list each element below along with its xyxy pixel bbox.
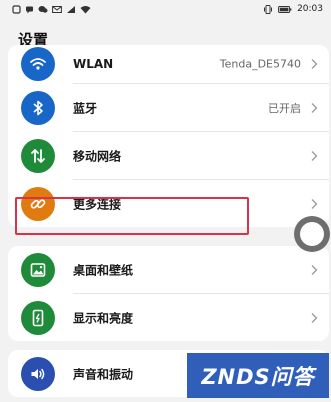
- watermark-logo: ZNDS问答: [187, 353, 329, 398]
- chevron-right-icon: [311, 102, 318, 113]
- chevron-right-icon: [311, 59, 318, 69]
- bluetooth-icon: [21, 90, 55, 125]
- floating-button-core: [300, 222, 324, 246]
- chevron-right-icon: [311, 264, 318, 275]
- sound-icon: [21, 356, 55, 391]
- settings-group-connectivity: WLAN Tenda_DE5740 蓝牙 已开启 移动网络 更多连接: [8, 45, 329, 227]
- status-system: 20:03: [263, 3, 323, 14]
- settings-item-desktop-wallpaper[interactable]: 桌面和壁纸: [8, 246, 329, 293]
- signal-icon: [67, 5, 75, 13]
- settings-item-display-brightness[interactable]: 显示和亮度: [8, 294, 329, 341]
- status-notifications: [12, 4, 91, 14]
- settings-item-more-connections[interactable]: 更多连接: [8, 180, 329, 227]
- wifi-icon: [21, 47, 55, 81]
- mobile-data-icon: [21, 138, 55, 173]
- settings-item-bluetooth[interactable]: 蓝牙 已开启: [8, 84, 329, 131]
- message-icon: [26, 6, 33, 13]
- floating-navigation-button[interactable]: [294, 216, 330, 252]
- settings-item-label: WLAN: [73, 57, 114, 71]
- battery-icon: [278, 5, 292, 13]
- settings-item-wlan[interactable]: WLAN Tenda_DE5740: [8, 45, 329, 83]
- mail-icon: [52, 5, 62, 13]
- settings-item-mobile-network[interactable]: 移动网络: [8, 132, 329, 179]
- wechat-icon: [38, 5, 48, 13]
- status-time: 20:03: [297, 3, 323, 14]
- link-icon: [21, 186, 55, 221]
- wifi-icon: [80, 5, 91, 13]
- bluetooth-status: 已开启: [268, 101, 301, 115]
- chevron-right-icon: [311, 312, 318, 323]
- settings-item-label: 更多连接: [73, 197, 122, 211]
- chevron-right-icon: [311, 150, 318, 161]
- vibrate-icon: [264, 4, 273, 14]
- status-bar: 20:03: [0, 0, 331, 18]
- watermark-text: ZNDS问答: [201, 364, 315, 389]
- settings-group-display: 桌面和壁纸 显示和亮度: [8, 246, 329, 341]
- settings-item-label: 蓝牙: [73, 101, 98, 115]
- chevron-right-icon: [311, 198, 318, 209]
- wallpaper-icon: [21, 252, 55, 287]
- settings-item-label: 移动网络: [73, 149, 122, 163]
- settings-item-label: 桌面和壁纸: [73, 263, 134, 277]
- settings-item-label: 显示和亮度: [73, 311, 134, 325]
- display-icon: [21, 300, 55, 335]
- notification-icon: [12, 4, 21, 14]
- settings-item-label: 声音和振动: [73, 367, 134, 381]
- wlan-network-name: Tenda_DE5740: [219, 57, 301, 71]
